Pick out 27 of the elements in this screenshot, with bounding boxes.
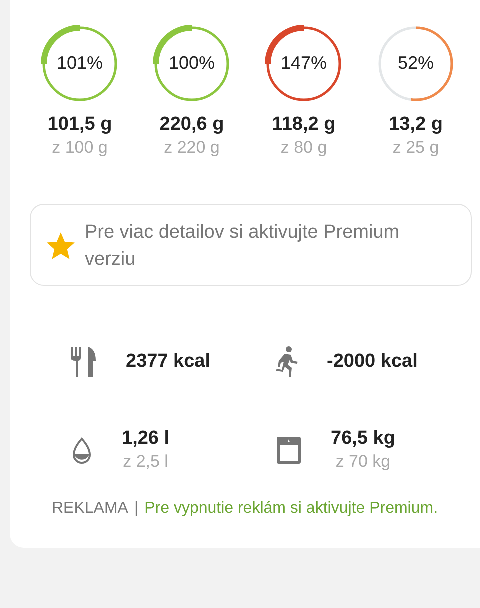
running-person-icon [275,346,299,378]
separator: | [134,500,139,518]
amount-value: 220,6 g [160,114,224,136]
stat-value: -2000 kcal [327,351,418,373]
stat-goal: z 2,5 l [123,452,168,472]
amount-value: 118,2 g [272,114,336,136]
percent-value: 100% [168,53,216,74]
percent-value: 101% [56,53,104,74]
percent-value: 52% [396,53,436,74]
premium-link[interactable]: Pre vypnutie reklám si aktivujte Premium. [144,500,438,518]
goal-value: z 100 g [52,138,108,158]
goal-value: z 220 g [164,138,220,158]
stat-goal: z 70 kg [336,452,391,472]
amount-value: 101,5 g [48,114,112,136]
ad-label: REKLAMA [52,500,128,518]
premium-message: Pre viac detailov si aktivujte Premium verziu [84,221,401,272]
percent-value: 147% [280,53,328,74]
scale-icon [275,434,303,466]
stat-value: 2377 kcal [126,351,211,373]
fork-knife-icon [70,346,98,378]
amount-value: 13,2 g [389,114,443,136]
stat-value: 1,26 l [122,428,170,450]
stat-value: 76,5 kg [331,428,396,450]
goal-value: z 25 g [392,138,440,158]
premium-banner[interactable]: Pre viac detailov si aktivujte Premium verziu [30,204,472,286]
star-icon [45,230,77,262]
goal-value: z 80 g [280,138,328,158]
